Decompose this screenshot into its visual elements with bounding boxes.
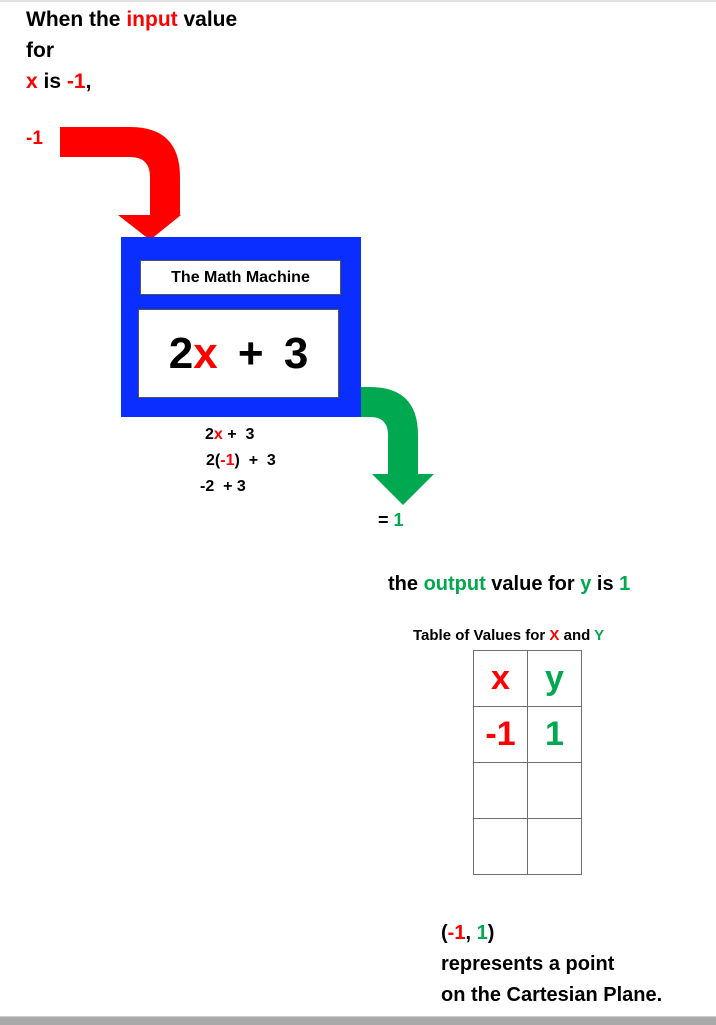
point-line-2: represents a point (441, 953, 615, 975)
cell-x: -1 (473, 706, 528, 763)
table-row: -1 1 (473, 706, 582, 763)
cell-x (473, 818, 528, 875)
step-2: 2(-1) + 3 (206, 452, 276, 469)
result-value: 1 (393, 510, 404, 530)
table-header-row: x y (473, 650, 582, 707)
result: = 1 (378, 510, 404, 530)
input-arrow (60, 127, 181, 240)
output-sentence: the output value for y is 1 (388, 573, 631, 595)
math-machine: The Math Machine 2x + 3 (121, 237, 361, 417)
cell-x (473, 762, 528, 819)
table-row (473, 818, 582, 875)
calculation-steps: 2x + 3 2(-1) + 3 -2 + 3 (200, 422, 276, 500)
cell-y (527, 762, 582, 819)
cell-y (527, 818, 582, 875)
output-keyword: output (423, 573, 486, 595)
output-arrow (361, 387, 434, 505)
machine-expression: 2x + 3 (138, 309, 339, 398)
point-line-3: on the Cartesian Plane. (441, 984, 663, 1006)
header-x: x (473, 650, 528, 707)
table-row (473, 762, 582, 819)
step-1: 2x + 3 (205, 426, 255, 443)
machine-x: x (193, 328, 218, 378)
machine-title: The Math Machine (140, 260, 341, 295)
coordinate-pair: (-1, 1) (441, 922, 495, 944)
step-3: -2 + 3 (200, 478, 246, 495)
table-title: Table of Values for X and Y (413, 627, 605, 644)
header-y: y (527, 650, 582, 707)
arrows-layer (60, 127, 434, 505)
values-table: x y -1 1 (473, 650, 582, 875)
cell-y: 1 (527, 706, 582, 763)
point-description: (-1, 1) represents a point on the Cartes… (441, 918, 662, 1011)
